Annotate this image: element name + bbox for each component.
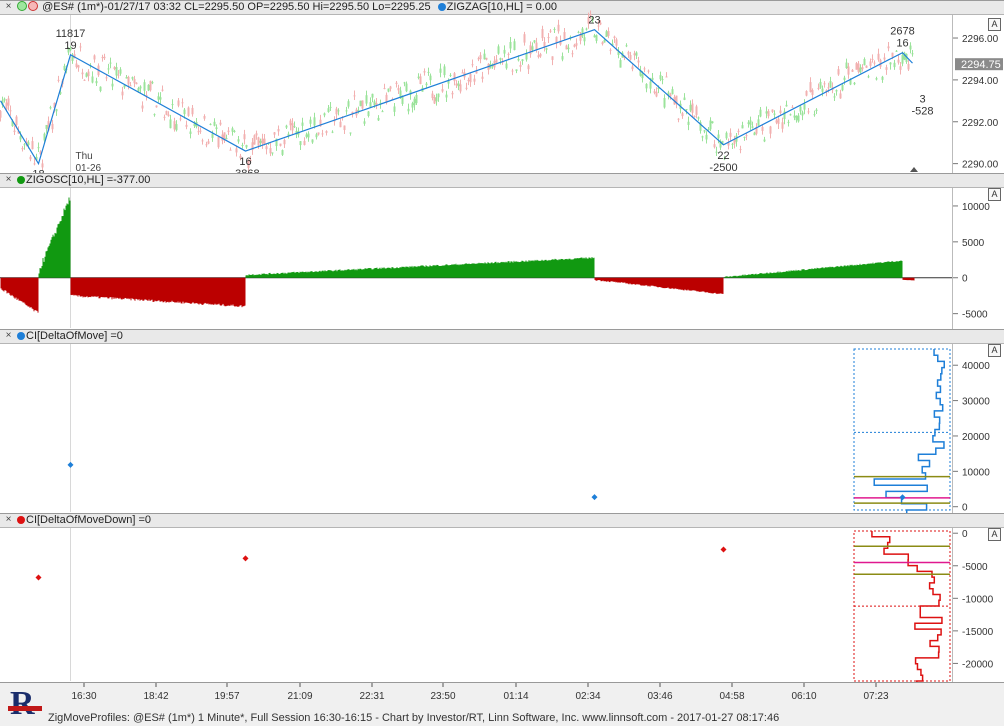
x-tick-label: 23:50: [430, 691, 455, 702]
delta-of-move-plot: 010000200003000040000: [0, 330, 1004, 514]
y-tick-label: 30000: [962, 397, 990, 408]
volume-profile: [854, 531, 950, 683]
histogram-segment: [595, 278, 724, 294]
x-tick-label: 01:14: [503, 691, 528, 702]
y-tick-label: 2294.00: [962, 76, 999, 87]
last-price-label: 2294.75: [961, 59, 1001, 71]
delta-of-move-pane[interactable]: × CI[DeltaOfMove] =0 A 01000020000300004…: [0, 329, 1004, 513]
x-tick-label: 21:09: [287, 691, 312, 702]
x-tick-label: 22:31: [359, 691, 384, 702]
y-tick-label: -20000: [962, 659, 994, 670]
y-tick-label: 20000: [962, 432, 990, 443]
x-tick-label: 02:34: [575, 691, 600, 702]
price-plot: 18118171916-38682322-25002678163-528Thu0…: [0, 1, 1004, 174]
volume-profile: [854, 349, 950, 514]
zigosc-pane[interactable]: × ZIGOSC[10,HL] =-377.00 A -500005000100…: [0, 173, 1004, 329]
y-tick-label: 10000: [962, 202, 990, 213]
histogram-segment: [39, 198, 71, 278]
x-tick-label: 04:58: [719, 691, 744, 702]
x-tick-label: 19:57: [214, 691, 239, 702]
zigzag-label: 16: [896, 38, 908, 50]
data-point: [900, 494, 906, 500]
y-tick-label: -5000: [962, 310, 988, 321]
data-point: [721, 546, 727, 552]
delta-of-move-down-plot: -20000 -15000 -10000 -5000 0: [0, 514, 1004, 683]
data-point: [243, 555, 249, 561]
y-tick-label: 10000: [962, 467, 990, 478]
zigzag-label: -2500: [709, 162, 737, 174]
y-tick-label: -15000: [962, 627, 994, 638]
zigzag-label: -528: [911, 105, 933, 117]
zigzag-line: [1, 30, 913, 164]
status-footer: ZigMoveProfiles: @ES# (1m*) 1 Minute*, F…: [0, 708, 1004, 724]
y-tick-label: 40000: [962, 361, 990, 372]
date-label: Thu: [76, 151, 93, 162]
histogram-segment: [1, 278, 39, 313]
x-tick-label: 16:30: [71, 691, 96, 702]
y-tick-label: -10000: [962, 594, 994, 605]
time-axis-ticks: 16:30 18:42 19:57 21:09 22:31 23:50 01:14 02:34…: [0, 683, 1004, 709]
delta-of-move-down-pane[interactable]: × CI[DeltaOfMoveDown] =0 A -20000-15000-…: [0, 513, 1004, 682]
y-tick-label: 5000: [962, 238, 985, 249]
investor-rt-logo: R: [6, 684, 44, 722]
x-tick-label: 06:10: [791, 691, 816, 702]
zigzag-label: 11817: [56, 28, 86, 40]
svg-text:R: R: [10, 685, 35, 722]
zigosc-plot: -5000 0 5000 10000: [0, 174, 1004, 330]
x-tick-label: 18:42: [143, 691, 168, 702]
zigzag-label: 23: [588, 15, 600, 27]
histogram-segment: [903, 278, 915, 281]
y-tick-label: 2290.00: [962, 160, 999, 171]
zigzag-label: 19: [64, 40, 76, 52]
y-tick-label: -5000: [962, 562, 988, 573]
zigzag-label: 3: [919, 93, 925, 105]
zigzag-label: 16: [239, 156, 251, 168]
data-point: [36, 574, 42, 580]
scroll-marker: [910, 167, 918, 172]
x-tick-label: 07:23: [863, 691, 888, 702]
histogram-segment: [71, 278, 246, 307]
y-tick-label: 0: [962, 274, 968, 285]
y-tick-label: 2292.00: [962, 118, 999, 129]
histogram-segment: [724, 260, 903, 277]
y-tick-label: 0: [962, 529, 968, 540]
x-tick-label: 03:46: [647, 691, 672, 702]
data-point: [68, 462, 74, 468]
price-pane[interactable]: × @ES# (1m*)-01/27/17 03:32 CL=2295.50 O…: [0, 0, 1004, 173]
time-axis[interactable]: 16:30 18:42 19:57 21:09 22:31 23:50 01:14 02:34…: [0, 682, 1004, 709]
zigzag-label: 2678: [890, 26, 914, 38]
histogram-segment: [246, 257, 595, 278]
data-point: [592, 494, 598, 500]
zigzag-label: 22: [717, 150, 729, 162]
y-tick-label: 2296.00: [962, 34, 999, 45]
